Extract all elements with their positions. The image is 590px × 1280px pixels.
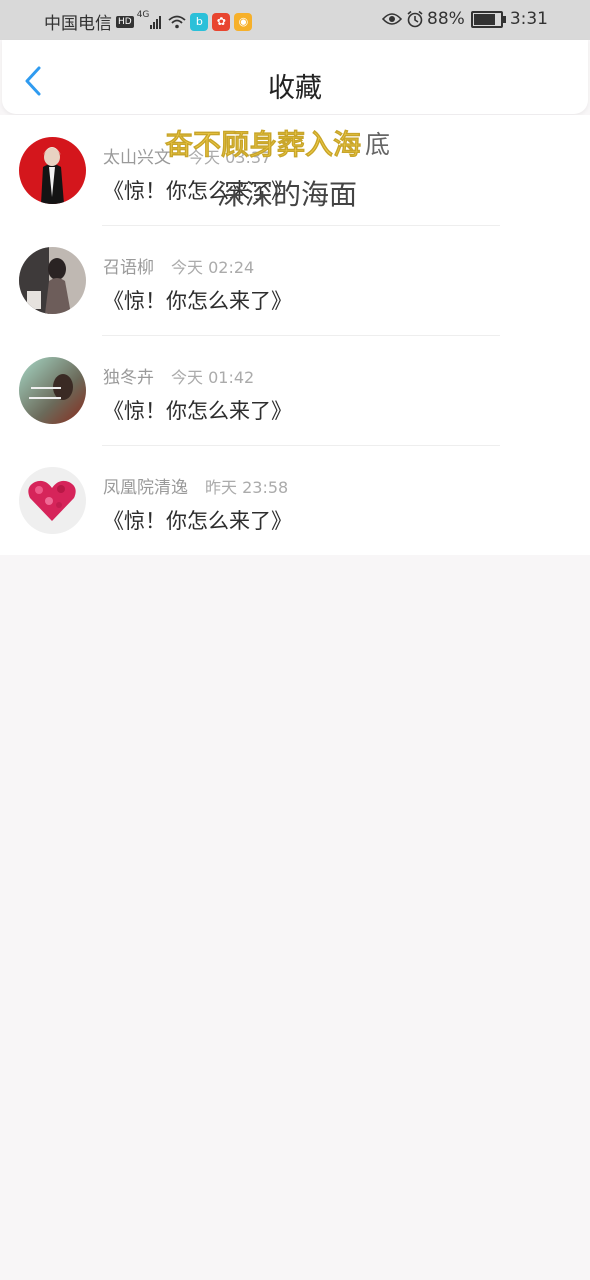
status-bar: 中国电信 HD 4G b ✿ ◉ 88% 3:31 bbox=[0, 0, 590, 40]
favorite-content: 《惊！你怎么来了》 bbox=[103, 289, 292, 313]
header-bar: 收藏 bbox=[2, 40, 588, 114]
avatar[interactable] bbox=[19, 357, 86, 424]
carrier-label: 中国电信 bbox=[44, 14, 112, 34]
user-name: 太山兴文 bbox=[103, 148, 171, 168]
favorite-content: 《惊！你怎么来了》 bbox=[103, 509, 292, 533]
network-type-label: 4G bbox=[136, 9, 150, 20]
battery-icon bbox=[470, 10, 506, 28]
timestamp: 今天 01:42 bbox=[171, 368, 255, 387]
app-notification-icon: b bbox=[190, 12, 209, 31]
weibo-icon: ◉ bbox=[234, 12, 253, 31]
list-item[interactable]: 凤凰院清逸 昨天 23:58 《惊！你怎么来了》 bbox=[0, 445, 590, 555]
user-name: 召语柳 bbox=[103, 258, 154, 278]
wifi-icon bbox=[168, 15, 186, 28]
clock-time: 3:31 bbox=[509, 9, 548, 29]
timestamp: 今天 03:37 bbox=[188, 148, 272, 167]
list-item[interactable]: 独冬卉 今天 01:42 《惊！你怎么来了》 bbox=[0, 335, 590, 445]
eye-icon bbox=[382, 13, 403, 25]
list-item[interactable]: 太山兴文 今天 03:37 《惊！你怎么来了》 bbox=[0, 115, 590, 225]
timestamp: 今天 02:24 bbox=[171, 258, 255, 277]
avatar[interactable] bbox=[19, 137, 86, 204]
battery-percent: 88% bbox=[427, 9, 465, 29]
page-title: 收藏 bbox=[268, 73, 322, 104]
app-notification-icon: ✿ bbox=[212, 12, 231, 31]
user-name: 凤凰院清逸 bbox=[103, 478, 188, 498]
alarm-icon bbox=[407, 10, 423, 28]
avatar[interactable] bbox=[19, 467, 86, 534]
timestamp: 昨天 23:58 bbox=[205, 478, 289, 497]
favorite-content: 《惊！你怎么来了》 bbox=[103, 179, 292, 203]
list-item[interactable]: 召语柳 今天 02:24 《惊！你怎么来了》 bbox=[0, 225, 590, 335]
favorites-list: 太山兴文 今天 03:37 《惊！你怎么来了》 召语柳 今天 02:24 《惊！… bbox=[0, 115, 590, 555]
avatar[interactable] bbox=[19, 247, 86, 314]
favorite-content: 《惊！你怎么来了》 bbox=[103, 399, 292, 423]
hd-icon: HD bbox=[116, 15, 134, 28]
signal-icon bbox=[150, 15, 162, 29]
user-name: 独冬卉 bbox=[103, 368, 154, 388]
